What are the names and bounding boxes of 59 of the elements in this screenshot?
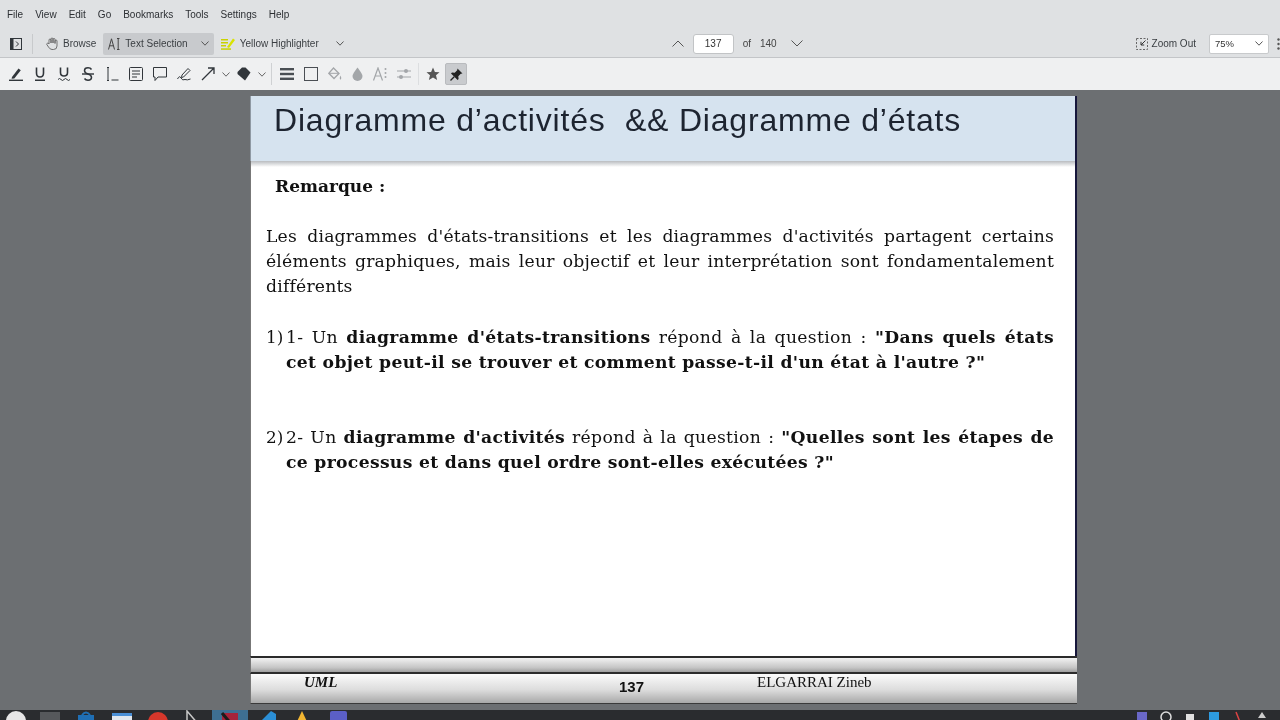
zoom-combo[interactable]: 75%	[1209, 33, 1269, 54]
paragraph: Les diagrammes d'états-transitions et les diagrammes d'activités partagent certains éléments graphiques, mais leur objectif et leur interprétation sont fondamentalement différents	[266, 225, 1054, 298]
list-item-text: 2- Un diagramme d'activités répond à la question : "Quelles sont les étapes de ce processus et dans quel ordre sont-elles exécutées ?"	[286, 426, 1054, 474]
footer-course: UML	[304, 674, 339, 691]
zoom-out-button[interactable]: Zoom Out	[1130, 32, 1201, 55]
pen-icon[interactable]	[9, 67, 23, 81]
footer-author: ELGARRAI Zineb	[757, 674, 872, 691]
tray-icon[interactable]	[1160, 710, 1172, 720]
note-icon[interactable]	[129, 67, 143, 81]
chevron-down-icon[interactable]	[790, 40, 803, 47]
star-icon[interactable]	[426, 67, 440, 81]
caret-icon[interactable]	[222, 71, 230, 77]
pin-button[interactable]	[445, 63, 467, 85]
menu-item[interactable]: Edit	[62, 8, 92, 22]
caret-icon[interactable]	[258, 71, 266, 77]
line-width-icon[interactable]	[280, 67, 294, 81]
menu-item[interactable]: View	[29, 8, 63, 22]
tag-icon[interactable]	[237, 67, 251, 81]
page-of-label: of	[742, 38, 751, 49]
zoom-out-icon	[1135, 37, 1148, 50]
taskbar-button[interactable]	[212, 710, 248, 720]
slide-title: Diagramme d’activités && Diagramme d’états	[274, 101, 962, 139]
menu-item[interactable]: File	[1, 8, 30, 22]
page-number: 137	[619, 677, 646, 695]
caret-icon[interactable]	[200, 41, 209, 46]
text-cursor-icon	[108, 37, 121, 50]
chevron-up-icon[interactable]	[671, 40, 684, 47]
caret-icon[interactable]	[1255, 41, 1263, 46]
menu-item[interactable]: Bookmarks	[117, 8, 180, 22]
caret-icon[interactable]	[335, 41, 344, 46]
text-cursor-icon[interactable]	[105, 67, 119, 81]
tool-button[interactable]: Browse	[41, 32, 102, 55]
list-number: 1)	[266, 326, 285, 350]
taskbar-app-icon[interactable]	[219, 710, 241, 720]
pin-icon	[449, 67, 463, 81]
kebab-icon[interactable]	[1277, 37, 1280, 50]
underline-icon[interactable]	[33, 67, 47, 81]
menu-item[interactable]: Go	[91, 8, 118, 22]
page-count: 140	[759, 38, 777, 49]
speech-bubble-icon[interactable]	[153, 67, 167, 81]
list-number: 2)	[266, 426, 285, 449]
tool-button[interactable]: Yellow Highlighter	[215, 32, 324, 55]
start-menu-icon[interactable]	[5, 710, 27, 720]
highlighter-icon	[220, 37, 235, 50]
freehand-icon[interactable]	[177, 67, 191, 81]
page-number-field[interactable]: 137	[692, 33, 734, 54]
arrow-icon[interactable]	[201, 67, 215, 81]
hand-icon	[46, 37, 58, 50]
tool-button[interactable]: Text Selection	[103, 32, 214, 55]
menu-item[interactable]: Help	[262, 8, 296, 22]
strikethrough-icon[interactable]	[81, 67, 95, 81]
squiggly-underline-icon[interactable]	[57, 67, 71, 81]
menu-item[interactable]: Tools	[179, 8, 215, 22]
square-icon[interactable]	[304, 67, 318, 81]
sidebar-toggle-icon[interactable]	[10, 37, 22, 50]
list-item-text: 1- Un diagramme d'états-transitions répond à la question : "Dans quels états cet objet peut-il se trouver et comment passe-t-il d'un état à l'autre ?"	[286, 326, 1054, 375]
folder-icon[interactable]	[111, 710, 133, 720]
menu-item[interactable]: Settings	[214, 8, 263, 22]
section-heading: Remarque :	[274, 175, 387, 198]
